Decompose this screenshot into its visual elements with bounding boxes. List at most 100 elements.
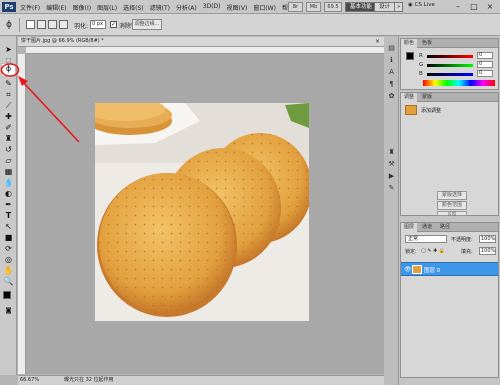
gradient-tool-icon[interactable]: ▦ [2, 167, 15, 177]
green-track[interactable] [427, 64, 473, 67]
refine-edge-button[interactable]: 调整边缘... [132, 19, 162, 30]
green-slider[interactable]: G 0 [419, 61, 497, 69]
color-spectrum-bar[interactable] [423, 80, 495, 86]
blue-track[interactable] [427, 73, 473, 76]
shape-tool-icon[interactable]: ■ [2, 233, 15, 243]
document-tab[interactable]: 饼干图片.jpg @ 66.9% (RGB/8#) * × [18, 37, 384, 47]
quick-mask-icon[interactable]: ◙ [2, 306, 15, 316]
path-select-tool-icon[interactable]: ↖ [2, 222, 15, 232]
blend-mode-select[interactable]: 正常 [405, 235, 447, 243]
status-zoom[interactable]: 66.67% [20, 376, 39, 385]
quick-select-tool-icon[interactable]: ✎ [2, 79, 15, 89]
bridge-button[interactable]: Br [288, 2, 303, 12]
layer-row[interactable]: 👁 图层 0 [401, 262, 498, 276]
blur-tool-icon[interactable]: 💧 [2, 178, 15, 188]
crop-tool-icon[interactable]: ⌗ [2, 90, 15, 100]
menu-select[interactable]: 选择(S) [123, 3, 144, 12]
workspace-essentials-button[interactable]: 基本功能 [345, 2, 378, 12]
character-panel-icon[interactable]: A [387, 68, 396, 77]
fill-input[interactable]: 100% [479, 247, 496, 255]
horizontal-ruler [26, 47, 384, 54]
blue-value[interactable]: 0 [477, 70, 493, 77]
color-panel-foreground-swatch[interactable] [406, 52, 414, 60]
minibridge-button[interactable]: Mb [306, 2, 321, 12]
zoom-tool-icon[interactable]: 🔍 [2, 277, 15, 287]
document-close-icon[interactable]: × [375, 37, 380, 46]
feather-input[interactable]: 0 px [90, 20, 106, 29]
status-doc-info: 曝光只在 32 位起作用 [64, 377, 114, 383]
pen-tool-icon[interactable]: ✒ [2, 200, 15, 210]
workspace-design-button[interactable]: 设计 [374, 2, 396, 12]
brush-tool-icon[interactable]: ✐ [2, 123, 15, 133]
lasso-tool-icon[interactable]: ϕ [1, 63, 16, 77]
menu-file[interactable]: 文件(F) [20, 3, 40, 12]
menu-view[interactable]: 视图(V) [227, 3, 248, 12]
menu-image[interactable]: 图像(I) [73, 3, 91, 12]
cookie-photo-illustration [95, 103, 309, 321]
layer-visibility-eye-icon[interactable]: 👁 [404, 266, 412, 273]
dodge-tool-icon[interactable]: ◐ [2, 189, 15, 199]
tab-color[interactable]: 颜色 [401, 39, 418, 48]
notes-panel-icon[interactable]: ✎ [387, 184, 396, 193]
actions-panel-icon[interactable]: ▶ [387, 172, 396, 181]
lock-icons[interactable]: ▢ ✎ ✚ 🔒 [421, 248, 445, 254]
minimize-button[interactable]: – [452, 1, 464, 12]
canvas-area[interactable] [26, 54, 384, 374]
menu-edit[interactable]: 编辑(E) [46, 3, 66, 12]
foreground-color-swatch[interactable] [3, 291, 11, 299]
eyedropper-tool-icon[interactable]: ⟋ [2, 101, 15, 111]
tab-swatches[interactable]: 色板 [419, 39, 435, 48]
opacity-label: 不透明度: [451, 237, 473, 243]
type-tool-icon[interactable]: T [2, 211, 15, 221]
clone-source-panel-icon[interactable]: ♜ [387, 148, 396, 157]
menu-layer[interactable]: 图层(L) [97, 3, 117, 12]
opacity-input[interactable]: 100% [479, 235, 496, 243]
workspace-more-button[interactable]: » [394, 2, 404, 12]
move-tool-icon[interactable]: ➤ [2, 45, 15, 55]
history-brush-tool-icon[interactable]: ↺ [2, 145, 15, 155]
brush-panel-icon[interactable]: ✿ [387, 92, 396, 101]
color-range-button[interactable]: 颜色范围 [437, 201, 467, 210]
eraser-tool-icon[interactable]: ▱ [2, 156, 15, 166]
hand-tool-icon[interactable]: ✋ [2, 266, 15, 276]
green-value[interactable]: 0 [477, 61, 493, 68]
tab-paths[interactable]: 路径 [437, 223, 453, 232]
properties-panel-icon[interactable]: ℹ [387, 56, 396, 65]
intersect-selection-icon[interactable] [59, 20, 68, 29]
lasso-tool-preset-icon[interactable]: ϕ [3, 19, 15, 31]
subtract-selection-icon[interactable] [48, 20, 57, 29]
tool-presets-panel-icon[interactable]: ⚒ [387, 160, 396, 169]
red-value[interactable]: 0 [477, 52, 493, 59]
tab-layers[interactable]: 图层 [401, 223, 418, 232]
mask-select-button[interactable]: 蒙版选择 [437, 191, 467, 200]
zoom-level-box[interactable]: 69.5 [324, 2, 342, 12]
restore-button[interactable]: □ [468, 1, 480, 12]
3d-orbit-tool-icon[interactable]: ◎ [2, 255, 15, 265]
red-slider[interactable]: R 0 [419, 52, 497, 60]
clone-stamp-tool-icon[interactable]: ♜ [2, 134, 15, 144]
history-panel-icon[interactable]: ▤ [387, 44, 396, 53]
healing-brush-tool-icon[interactable]: ✚ [2, 112, 15, 122]
green-label: G [419, 62, 424, 68]
adjustment-thumb-icon[interactable] [405, 105, 417, 115]
menu-3d[interactable]: 3D(D) [203, 3, 221, 12]
tab-adjustments[interactable]: 调整 [401, 93, 418, 102]
paragraph-panel-icon[interactable]: ¶ [387, 80, 396, 89]
adjustments-panel-tabs: 调整 蒙版 [401, 93, 498, 102]
new-selection-icon[interactable] [26, 20, 35, 29]
add-to-selection-icon[interactable] [37, 20, 46, 29]
tab-channels[interactable]: 通道 [419, 223, 435, 232]
menu-window[interactable]: 窗口(W) [253, 3, 276, 12]
red-track[interactable] [427, 55, 473, 58]
menu-analysis[interactable]: 分析(A) [176, 3, 197, 12]
antialias-checkbox[interactable]: ✓ [110, 21, 117, 28]
blue-slider[interactable]: B 0 [419, 70, 497, 78]
invert-button[interactable]: 反相 [437, 211, 467, 216]
layers-panel-tabs: 图层 通道 路径 [401, 223, 498, 232]
tab-masks[interactable]: 蒙版 [419, 93, 435, 102]
3d-rotate-tool-icon[interactable]: ⟳ [2, 244, 15, 254]
cs-live-button[interactable]: ◉ CS Live [408, 2, 435, 8]
menu-filter[interactable]: 滤镜(T) [150, 3, 170, 12]
document-tab-title: 饼干图片.jpg @ 66.9% (RGB/8#) * [21, 38, 104, 44]
close-button[interactable]: × [484, 1, 496, 12]
